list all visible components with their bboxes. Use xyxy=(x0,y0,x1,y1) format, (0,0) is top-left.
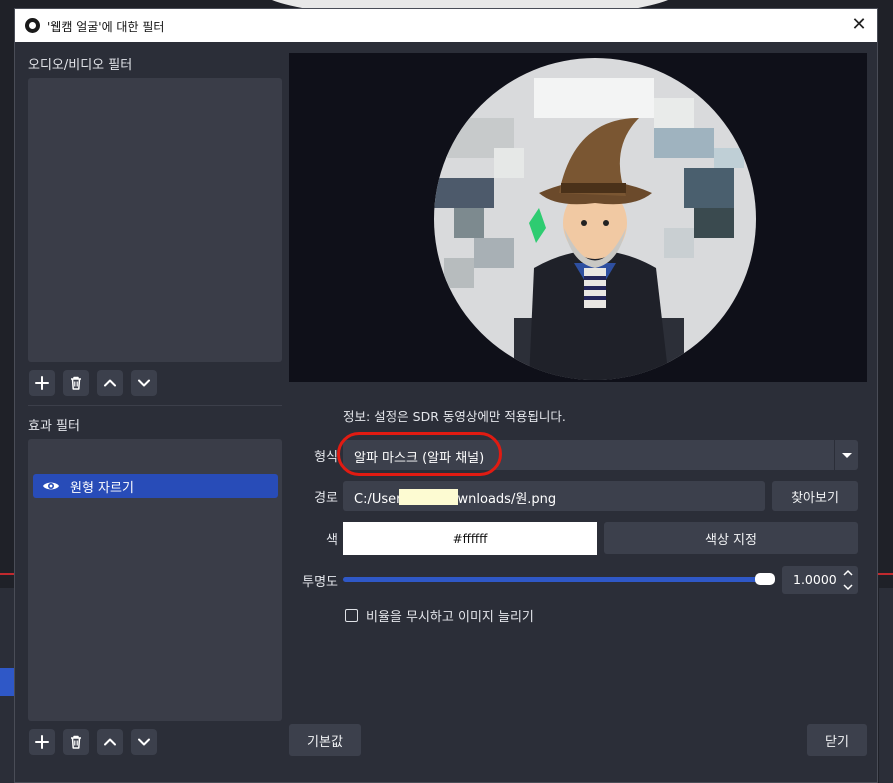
spin-down-icon[interactable] xyxy=(838,580,858,594)
image-path-field[interactable]: C:/Users ownloads/원.png xyxy=(343,481,765,511)
move-av-filter-down-button[interactable] xyxy=(131,370,157,396)
defaults-button[interactable]: 기본값 xyxy=(289,724,361,756)
eye-icon[interactable] xyxy=(42,479,60,493)
obs-logo-icon xyxy=(25,18,40,33)
opacity-slider[interactable] xyxy=(343,577,773,582)
mask-type-value: 알파 마스크 (알파 채널) xyxy=(354,451,485,466)
move-av-filter-up-button[interactable] xyxy=(97,370,123,396)
move-effect-filter-down-button[interactable] xyxy=(131,729,157,755)
dialog-title: '웹캠 얼굴'에 대한 필터 xyxy=(47,20,165,34)
backdrop-right-dock xyxy=(879,588,893,783)
color-label: 색 xyxy=(326,533,338,548)
circular-webcam-preview xyxy=(434,58,756,380)
close-button[interactable]: 닫기 xyxy=(807,724,867,756)
backdrop-left-dock xyxy=(0,588,14,783)
mask-type-select[interactable]: 알파 마스크 (알파 채널) xyxy=(343,440,858,470)
plus-icon xyxy=(35,735,49,749)
info-text: 정보: 설정은 SDR 동영상에만 적용됩니다. xyxy=(343,409,566,424)
chevron-up-icon xyxy=(104,379,116,387)
av-filters-list[interactable] xyxy=(28,78,282,362)
opacity-spinbox[interactable]: 1.0000 xyxy=(782,566,858,594)
panel-divider xyxy=(28,405,282,406)
effect-filter-item[interactable]: 원형 자르기 xyxy=(33,474,278,498)
chevron-up-icon xyxy=(104,738,116,746)
chevron-down-icon xyxy=(138,738,150,746)
remove-effect-filter-button[interactable] xyxy=(63,729,89,755)
title-bar[interactable]: '웹캠 얼굴'에 대한 필터 ✕ xyxy=(15,9,877,42)
opacity-value: 1.0000 xyxy=(793,572,837,587)
spin-up-icon[interactable] xyxy=(838,566,858,580)
redaction-box xyxy=(399,489,458,505)
trash-icon xyxy=(71,376,81,390)
path-label: 경로 xyxy=(314,491,338,506)
effect-filters-heading: 효과 필터 xyxy=(28,419,80,434)
color-swatch: #ffffff xyxy=(343,522,597,555)
checkbox-box[interactable] xyxy=(345,609,358,622)
add-av-filter-button[interactable] xyxy=(29,370,55,396)
effect-filters-list[interactable]: 원형 자르기 xyxy=(28,439,282,721)
dropdown-arrow-icon[interactable] xyxy=(834,440,858,470)
effect-filter-label: 원형 자르기 xyxy=(70,480,134,496)
close-window-button[interactable]: ✕ xyxy=(847,13,871,37)
move-effect-filter-up-button[interactable] xyxy=(97,729,123,755)
opacity-label: 투명도 xyxy=(302,575,338,590)
stretch-image-label: 비율을 무시하고 이미지 늘리기 xyxy=(366,610,534,625)
source-preview xyxy=(289,53,867,382)
opacity-slider-handle[interactable] xyxy=(755,573,775,585)
trash-icon xyxy=(71,735,81,749)
av-filters-heading: 오디오/비디오 필터 xyxy=(28,58,133,73)
stretch-image-checkbox[interactable]: 비율을 무시하고 이미지 늘리기 xyxy=(345,606,534,625)
plus-icon xyxy=(35,376,49,390)
chevron-down-icon xyxy=(138,379,150,387)
add-effect-filter-button[interactable] xyxy=(29,729,55,755)
type-label: 형식 xyxy=(314,450,338,465)
remove-av-filter-button[interactable] xyxy=(63,370,89,396)
backdrop-selected-scene xyxy=(0,668,14,696)
filters-dialog: '웹캠 얼굴'에 대한 필터 ✕ 오디오/비디오 필터 효과 필터 원형 자르기 xyxy=(14,8,878,783)
browse-button[interactable]: 찾아보기 xyxy=(772,481,858,511)
pick-color-button[interactable]: 색상 지정 xyxy=(604,522,858,554)
